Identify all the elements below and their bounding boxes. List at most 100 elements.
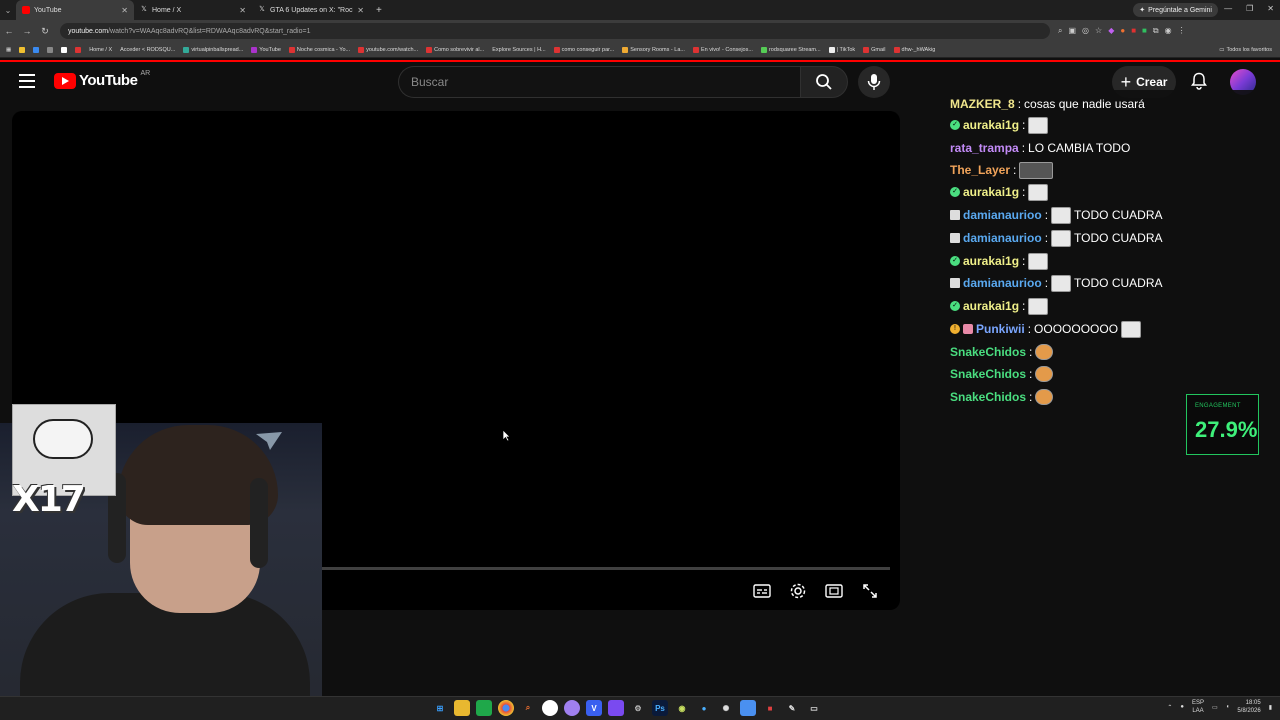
apps-grid-icon[interactable]: ▦ [6, 47, 11, 53]
reload-icon[interactable]: ↻ [36, 26, 54, 37]
photoshop-icon[interactable]: Ps [652, 700, 668, 716]
file-explorer-icon[interactable] [454, 700, 470, 716]
app-gear-icon[interactable]: ⚙ [630, 700, 646, 716]
youtube-logo[interactable]: YouTube AR [54, 70, 150, 89]
profile-icon[interactable]: ◉ [1165, 26, 1172, 36]
forward-icon[interactable]: → [18, 26, 36, 36]
app-v-icon[interactable]: V [586, 700, 602, 716]
app-blue-icon[interactable] [740, 700, 756, 716]
chat-username[interactable]: rata_trampa [950, 141, 1019, 155]
chat-username[interactable]: aurakai1g [963, 185, 1019, 199]
app-circle-icon[interactable]: ◉ [674, 700, 690, 716]
app-cloud-icon[interactable]: ● [696, 700, 712, 716]
chat-username[interactable]: The_Layer [950, 163, 1010, 177]
all-favorites[interactable]: ▭ Todos los favoritos [1219, 47, 1280, 53]
notification-center-icon[interactable]: ▮ [1269, 704, 1272, 711]
chevron-up-icon[interactable]: ⌃ [1167, 704, 1172, 711]
zoom-icon[interactable]: ⌕ [1058, 26, 1062, 36]
bookmark-item[interactable]: Acceder < RODSQU... [120, 47, 175, 53]
close-window-icon[interactable]: ✕ [1267, 4, 1274, 13]
tab-gta6[interactable]: 𝕏 GTA 6 Updates on X: "Rockstar ✕ [252, 0, 370, 20]
cast-icon[interactable]: ▣ [1068, 26, 1076, 36]
chat-username[interactable]: aurakai1g [963, 299, 1019, 313]
bookmark-item[interactable]: Explore Sources | H... [492, 47, 545, 53]
chat-username[interactable]: SnakeChidos [950, 367, 1026, 381]
bookmark-item[interactable] [33, 46, 40, 53]
chat-username[interactable]: damianaurioo [963, 276, 1042, 290]
bookmark-item[interactable] [61, 46, 68, 53]
chat-username[interactable]: damianaurioo [963, 208, 1042, 222]
bookmark-item[interactable]: dhw-_hWAkig [893, 46, 935, 53]
bookmark-item[interactable]: virtualpinballspread... [183, 46, 243, 53]
chat-username[interactable]: Punkiwii [976, 322, 1025, 336]
microphone-tray-icon[interactable]: ● [1180, 704, 1184, 710]
eye-off-icon[interactable]: ◎ [1082, 26, 1089, 36]
extension-red-icon[interactable]: ■ [1131, 26, 1136, 36]
gemini-button[interactable]: ✦ Pregúntale a Gemini [1133, 3, 1218, 17]
search-input[interactable]: Buscar [398, 66, 800, 98]
bookmark-item[interactable]: como conseguir par... [553, 46, 614, 53]
bookmark-item[interactable] [75, 46, 82, 53]
bookmark-item[interactable]: Sensory Rooms - La... [622, 46, 685, 53]
bookmark-item[interactable]: youtube.com/watch... [358, 46, 418, 53]
tab-list-chevron-icon[interactable]: ⌄ [0, 6, 16, 15]
extensions-puzzle-icon[interactable]: ⧉ [1153, 26, 1159, 36]
theater-mode-button[interactable] [822, 579, 846, 603]
extension-orange-icon[interactable]: ● [1120, 26, 1125, 36]
terminal-icon[interactable]: ▭ [806, 700, 822, 716]
star-icon[interactable]: ☆ [1095, 26, 1102, 36]
bookmark-item[interactable] [47, 46, 54, 53]
subtitles-button[interactable] [750, 579, 774, 603]
extension-green-icon[interactable]: ■ [1142, 26, 1147, 36]
bookmark-item[interactable]: Noche cosmica - Yo... [288, 46, 350, 53]
menu-icon[interactable] [19, 74, 35, 88]
bookmark-item[interactable]: Home / X [89, 47, 112, 53]
bookmark-item[interactable]: YouTube [251, 46, 281, 53]
app-purple-icon[interactable] [564, 700, 580, 716]
close-tab-icon[interactable]: ✕ [357, 6, 364, 15]
app-white-icon[interactable] [542, 700, 558, 716]
bookmark-item[interactable]: Gmail [863, 46, 886, 53]
close-tab-icon[interactable]: ✕ [121, 6, 128, 15]
menu-kebab-icon[interactable]: ⋮ [1178, 26, 1186, 36]
language-indicator[interactable]: ESP LAA [1192, 699, 1204, 715]
windows-start-icon[interactable]: ⊞ [432, 700, 448, 716]
volume-icon[interactable]: ◖ [1226, 704, 1230, 710]
chat-username[interactable]: aurakai1g [963, 254, 1019, 268]
minimize-icon[interactable]: — [1224, 4, 1232, 13]
tab-youtube[interactable]: YouTube ✕ [16, 0, 134, 20]
chat-username[interactable]: SnakeChidos [950, 390, 1026, 404]
emote-icon [1051, 206, 1072, 224]
back-icon[interactable]: ← [0, 26, 18, 36]
voice-search-button[interactable] [858, 66, 890, 98]
bookmark-item[interactable] [19, 46, 26, 53]
network-icon[interactable]: ▭ [1212, 704, 1218, 711]
close-tab-icon[interactable]: ✕ [239, 6, 246, 15]
app-grid-icon[interactable] [608, 700, 624, 716]
chat-username[interactable]: SnakeChidos [950, 345, 1026, 359]
app-notepad-icon[interactable]: ✎ [784, 700, 800, 716]
bookmark-item[interactable]: rodsquaree Stream... [760, 46, 821, 53]
search-button[interactable] [800, 66, 848, 98]
steam-icon[interactable]: ✺ [718, 700, 734, 716]
search-app-icon[interactable]: ⌕ [520, 700, 536, 716]
chrome-icon[interactable] [498, 700, 514, 716]
bookmark-item[interactable]: Como sobrevivir al... [426, 46, 484, 53]
app-green-icon[interactable] [476, 700, 492, 716]
new-tab-button[interactable]: + [370, 5, 388, 16]
chat-username[interactable]: MAZKER_8 [950, 97, 1015, 111]
bookmark-item[interactable]: En vivo! - Consejos... [692, 46, 753, 53]
chat-username[interactable]: damianaurioo [963, 231, 1042, 245]
url-field[interactable]: youtube.com /watch?v=WAAqc8advRQ&list=RD… [60, 23, 1050, 39]
app-red-icon[interactable]: ■ [762, 700, 778, 716]
clock[interactable]: 18:05 5/8/2026 [1237, 699, 1260, 715]
settings-button[interactable] [786, 579, 810, 603]
tab-home-x[interactable]: 𝕏 Home / X ✕ [134, 0, 252, 20]
extension-purple-icon[interactable]: ◆ [1108, 26, 1114, 36]
bookmark-item[interactable]: | TikTok [828, 46, 855, 53]
emote-icon [1028, 183, 1049, 201]
fullscreen-button[interactable] [858, 579, 882, 603]
notifications-button[interactable] [1188, 70, 1210, 92]
chat-username[interactable]: aurakai1g [963, 118, 1019, 132]
maximize-icon[interactable]: ❐ [1246, 4, 1253, 13]
